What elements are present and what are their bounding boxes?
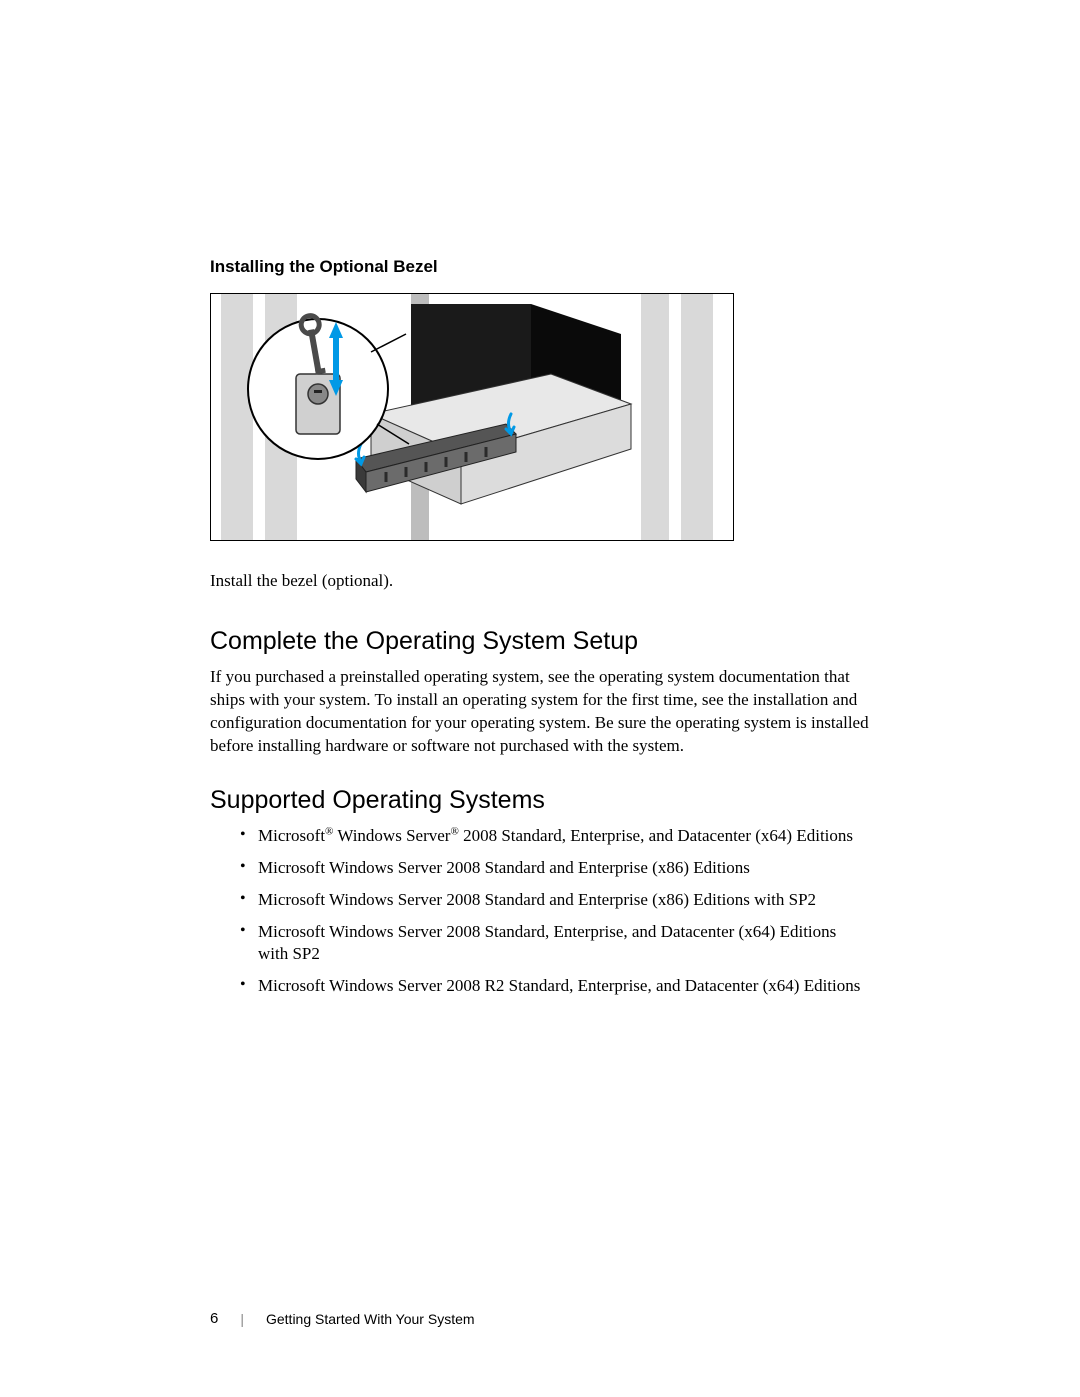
os-text-mid: Windows Server <box>333 826 450 845</box>
registered-icon: ® <box>450 825 458 837</box>
subsection-heading: Installing the Optional Bezel <box>210 257 870 277</box>
figure-caption: Install the bezel (optional). <box>210 571 870 591</box>
section-heading-os: Supported Operating Systems <box>210 786 870 815</box>
section-heading-setup: Complete the Operating System Setup <box>210 627 870 656</box>
os-text-post: 2008 Standard, Enterprise, and Datacente… <box>459 826 853 845</box>
os-text-pre: Microsoft <box>258 826 325 845</box>
page-footer: 6 | Getting Started With Your System <box>210 1310 475 1327</box>
list-item: Microsoft Windows Server 2008 R2 Standar… <box>240 975 870 997</box>
page-number: 6 <box>210 1310 218 1327</box>
footer-divider: | <box>240 1311 244 1327</box>
section-body-setup: If you purchased a preinstalled operatin… <box>210 666 870 758</box>
footer-title: Getting Started With Your System <box>266 1311 475 1327</box>
list-item: Microsoft® Windows Server® 2008 Standard… <box>240 825 870 847</box>
list-item: Microsoft Windows Server 2008 Standard a… <box>240 857 870 879</box>
bezel-diagram-svg <box>211 294 734 541</box>
list-item: Microsoft Windows Server 2008 Standard a… <box>240 889 870 911</box>
bezel-installation-figure <box>210 293 734 541</box>
list-item: Microsoft Windows Server 2008 Standard, … <box>240 921 870 965</box>
supported-os-list: Microsoft® Windows Server® 2008 Standard… <box>210 825 870 998</box>
